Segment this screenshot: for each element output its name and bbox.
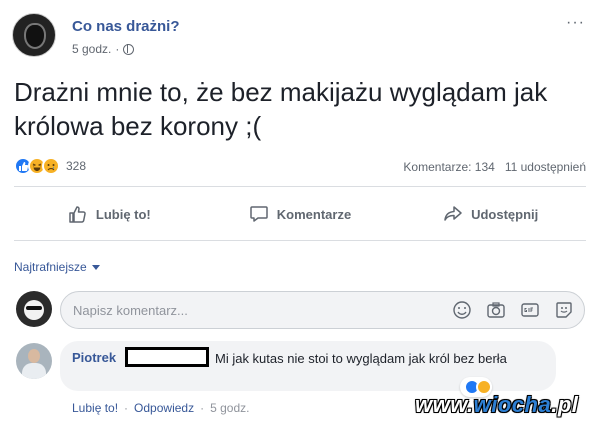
like-button-label: Lubię to!	[95, 206, 151, 222]
post-meta: 5 godz. ·	[72, 42, 135, 56]
sticker-icon[interactable]	[554, 300, 574, 320]
share-button[interactable]: Udostępnij	[395, 196, 586, 232]
more-options-icon[interactable]: ···	[566, 14, 585, 32]
dot-separator: ·	[124, 401, 129, 415]
divider	[14, 240, 586, 241]
comment-input-placeholder: Napisz komentarz...	[73, 303, 188, 318]
comments-count-link[interactable]: Komentarze: 134	[403, 160, 494, 174]
comment-button-label: Komentarze	[276, 206, 352, 222]
post-time[interactable]: 5 godz.	[72, 42, 111, 56]
comment-like-link[interactable]: Lubię to!	[72, 401, 118, 415]
comment-actions: Lubię to! · Odpowiedz · 5 godz.	[72, 401, 249, 415]
engagement-counts: Komentarze: 134 11 udostępnień	[403, 160, 586, 174]
post-action-bar: Lubię to! Komentarze Udostępnij	[14, 196, 586, 232]
post-text: Drażni mnie to, że bez makijażu wyglądam…	[14, 77, 548, 141]
gif-icon[interactable]	[520, 300, 540, 320]
sad-reaction-icon	[42, 157, 60, 175]
comment-time[interactable]: 5 godz.	[210, 401, 249, 415]
composer-icons	[452, 300, 574, 320]
share-arrow-icon	[444, 206, 462, 221]
comment-sort-dropdown[interactable]: Najtrafniejsze	[14, 260, 100, 274]
sort-label: Najtrafniejsze	[14, 260, 87, 274]
shares-count-link[interactable]: 11 udostępnień	[505, 160, 586, 174]
comment-reply-link[interactable]: Odpowiedz	[134, 401, 194, 415]
page-name-link[interactable]: Co nas drażni?	[72, 18, 180, 35]
emoji-icon[interactable]	[452, 300, 472, 320]
dot-separator: ·	[200, 401, 205, 415]
like-button[interactable]: Lubię to!	[14, 196, 205, 232]
page-avatar[interactable]	[12, 13, 56, 57]
comment-bubble: Mi jak kutas nie stoi to wyglądam jak kr…	[60, 341, 556, 397]
comment-button[interactable]: Komentarze	[205, 196, 396, 232]
reactions-summary[interactable]: 328	[14, 157, 86, 175]
camera-icon[interactable]	[486, 300, 506, 320]
thumbs-up-icon	[69, 206, 86, 223]
comment-author-link[interactable]: Piotrek	[72, 350, 116, 365]
share-button-label: Udostępnij	[471, 206, 539, 222]
watermark-brand: wiocha	[473, 392, 552, 417]
commenter-avatar[interactable]	[16, 343, 52, 379]
facebook-post: Co nas drażni? 5 godz. · ··· Drażni mnie…	[0, 0, 600, 428]
watermark-suffix: .pl	[551, 392, 579, 417]
watermark: www.wiocha.pl	[415, 392, 578, 418]
redaction-box	[125, 347, 209, 367]
current-user-avatar[interactable]	[16, 291, 52, 327]
globe-icon	[123, 43, 135, 55]
dot-separator: ·	[115, 42, 120, 56]
watermark-prefix: www.	[415, 392, 474, 417]
comment-bubble-icon	[250, 206, 268, 222]
caret-down-icon	[91, 264, 100, 270]
comment-input[interactable]: Napisz komentarz...	[60, 291, 585, 329]
reaction-count: 328	[66, 159, 87, 173]
divider	[14, 186, 586, 187]
